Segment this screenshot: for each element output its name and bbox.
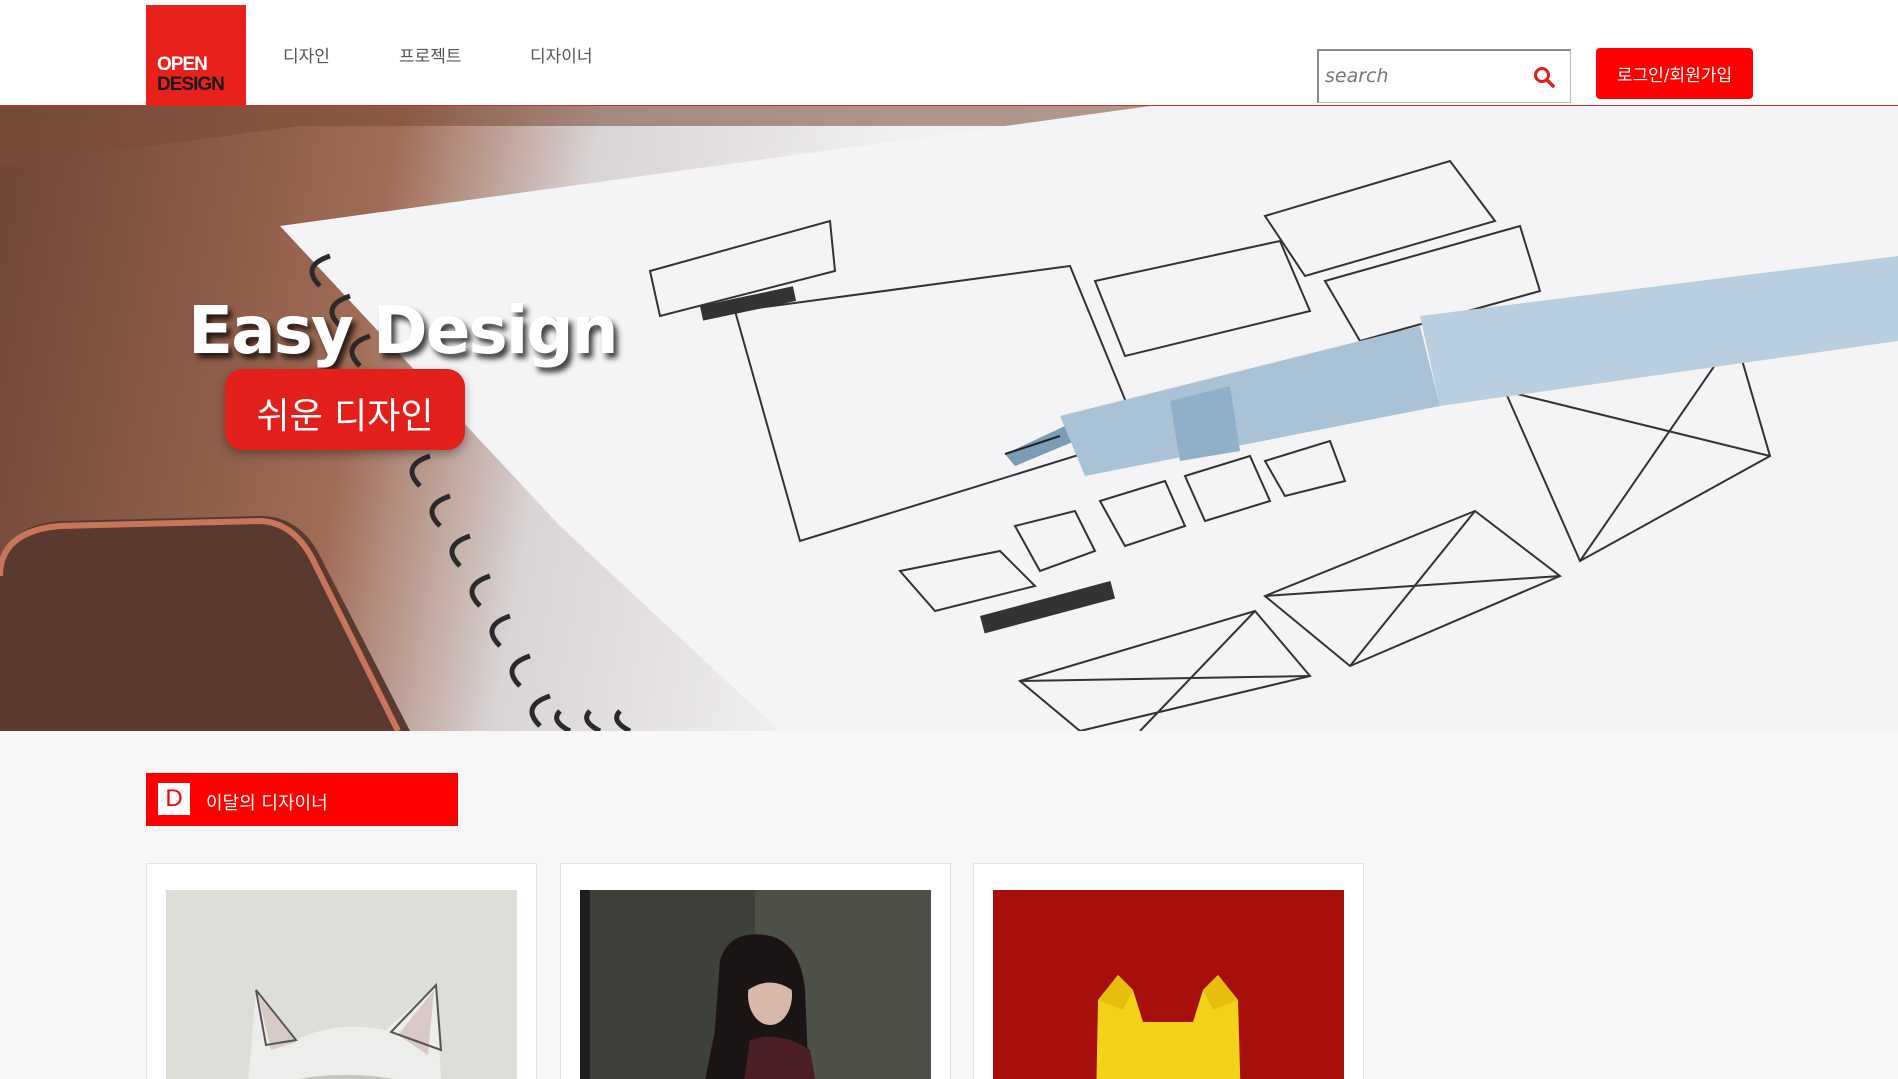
search-box [1317, 49, 1571, 103]
hero-subtitle-badge: 쉬운 디자인 [225, 369, 465, 450]
designer-thumbnail [166, 890, 517, 1079]
logo-line-2: DESIGN [157, 74, 225, 95]
search-icon[interactable] [1532, 65, 1556, 89]
login-signup-button[interactable]: 로그인/회원가입 [1596, 48, 1753, 99]
iron-man-helmet-art [993, 890, 1344, 1079]
section-badge: D [158, 783, 190, 815]
designer-card[interactable] [560, 863, 951, 1079]
designer-card[interactable] [146, 863, 537, 1079]
search-input[interactable] [1325, 63, 1525, 89]
designer-thumbnail [580, 890, 931, 1079]
designer-thumbnail [993, 890, 1344, 1079]
open-design-logo[interactable]: OPEN DESIGN [146, 5, 246, 106]
white-kitten-photo [166, 890, 517, 1079]
section-title-bar: D 이달의 디자이너 [146, 773, 458, 826]
woman-portrait-photo [580, 890, 931, 1079]
section-title: 이달의 디자이너 [206, 793, 328, 814]
logo-line-1: OPEN [157, 54, 208, 75]
hero-banner: Easy Design 쉬운 디자인 [0, 106, 1898, 731]
site-header: OPEN DESIGN 디자인 프로젝트 디자이너 로그인/회원가입 [0, 0, 1898, 106]
nav-designer[interactable]: 디자이너 [530, 42, 593, 67]
designer-card[interactable] [973, 863, 1364, 1079]
hero-subtitle: 쉬운 디자인 [256, 396, 434, 437]
hero-title: Easy Design [188, 292, 619, 369]
nav-project[interactable]: 프로젝트 [399, 42, 462, 67]
nav-design[interactable]: 디자인 [283, 42, 330, 67]
